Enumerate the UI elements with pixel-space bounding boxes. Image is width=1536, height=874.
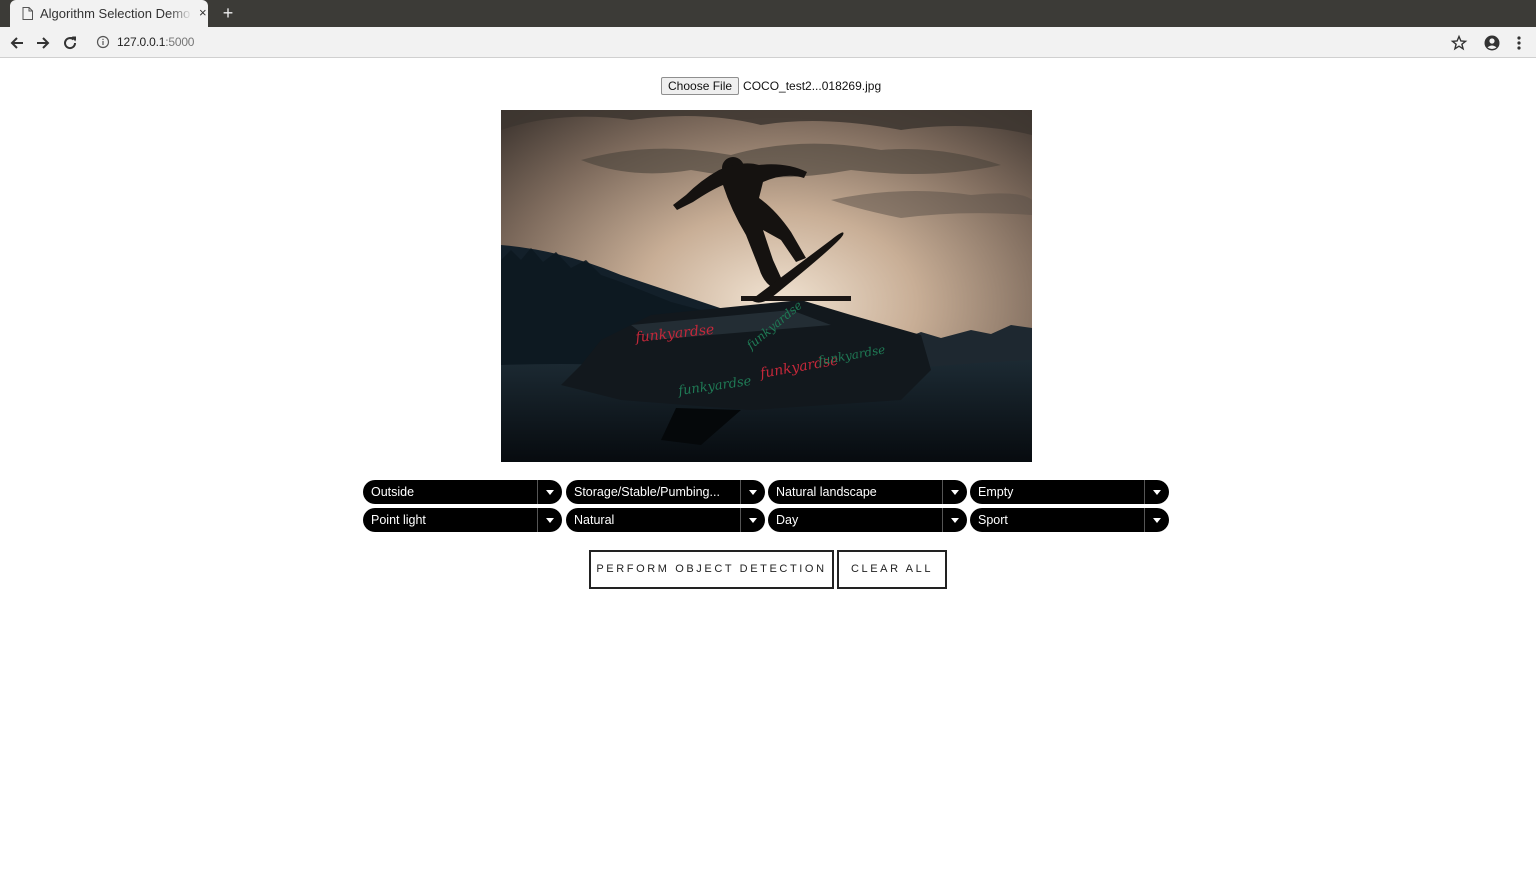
reload-icon [64, 36, 77, 50]
browser-tab-bar: Algorithm Selection Demo × + [0, 0, 1536, 27]
info-icon[interactable] [96, 35, 110, 49]
select-divider [537, 508, 538, 532]
select-divider [740, 480, 741, 504]
account-icon [1484, 35, 1500, 51]
new-tab-button[interactable]: + [219, 3, 237, 23]
select-divider [1144, 480, 1145, 504]
select-environment[interactable]: Natural landscape [768, 480, 967, 504]
select-scene[interactable]: Storage/Stable/Pumbing... [566, 480, 765, 504]
back-button[interactable] [7, 33, 27, 53]
select-divider [537, 480, 538, 504]
url-port: :5000 [165, 35, 195, 49]
snowboarder-photo: funkyardse funkyardse funkyardse funkyar… [501, 110, 1032, 462]
more-vert-icon [1517, 36, 1521, 50]
select-light-type[interactable]: Natural [566, 508, 765, 532]
chevron-down-icon [546, 518, 554, 523]
chevron-down-icon [546, 490, 554, 495]
chevron-down-icon [1153, 490, 1161, 495]
chevron-down-icon [749, 518, 757, 523]
select-location[interactable]: Outside [363, 480, 562, 504]
browser-toolbar: 127.0.0.1:5000 [0, 27, 1536, 58]
select-value: Storage/Stable/Pumbing... [574, 485, 720, 499]
forward-button[interactable] [33, 33, 53, 53]
chevron-down-icon [951, 490, 959, 495]
select-divider [942, 508, 943, 532]
choose-file-button[interactable]: Choose File [661, 77, 740, 95]
select-divider [942, 480, 943, 504]
select-value: Point light [371, 513, 426, 527]
arrow-left-icon [10, 37, 23, 49]
select-time-of-day[interactable]: Day [768, 508, 967, 532]
select-value: Day [776, 513, 799, 527]
url-host: 127.0.0.1 [117, 35, 166, 49]
menu-button[interactable] [1509, 33, 1529, 53]
select-value: Natural [574, 513, 615, 527]
file-chooser: Choose File COCO_test2...018269.jpg [661, 77, 881, 95]
address-bar[interactable]: 127.0.0.1:5000 [117, 35, 194, 49]
select-value: Outside [371, 485, 415, 499]
close-icon[interactable]: × [199, 5, 207, 21]
clear-all-button[interactable]: CLEAR ALL [837, 550, 947, 589]
chevron-down-icon [951, 518, 959, 523]
star-icon [1450, 34, 1468, 51]
tab-title: Algorithm Selection Demo [40, 6, 191, 21]
select-value: Sport [978, 513, 1008, 527]
select-divider [740, 508, 741, 532]
file-name: COCO_test2...018269.jpg [743, 79, 882, 93]
select-activity[interactable]: Sport [970, 508, 1169, 532]
page-icon [22, 7, 33, 20]
select-value: Empty [978, 485, 1014, 499]
uploaded-image: funkyardse funkyardse funkyardse funkyar… [501, 110, 1032, 462]
select-value: Natural landscape [776, 485, 877, 499]
chevron-down-icon [749, 490, 757, 495]
profile-button[interactable] [1482, 33, 1502, 53]
reload-button[interactable] [60, 33, 80, 53]
bookmark-button[interactable] [1449, 33, 1469, 53]
select-light-source[interactable]: Point light [363, 508, 562, 532]
arrow-right-icon [37, 37, 50, 49]
select-divider [1144, 508, 1145, 532]
select-occupancy[interactable]: Empty [970, 480, 1169, 504]
perform-object-detection-button[interactable]: PERFORM OBJECT DETECTION [589, 550, 834, 589]
browser-tab[interactable]: Algorithm Selection Demo × [10, 0, 208, 27]
chevron-down-icon [1153, 518, 1161, 523]
